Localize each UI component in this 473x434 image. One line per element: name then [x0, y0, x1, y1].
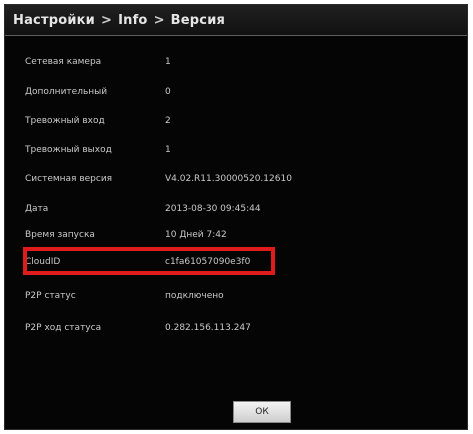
breadcrumb-settings[interactable]: Настройки: [13, 13, 95, 28]
row-label: Время запуска: [25, 230, 95, 240]
row-label: Дополнительный: [25, 87, 108, 97]
breadcrumb-info[interactable]: Info: [118, 13, 147, 28]
breadcrumb-separator: >: [153, 12, 165, 28]
row-system-version: Системная версия V4.02.R11.30000520.1261…: [5, 170, 467, 188]
row-date: Дата 2013-08-30 09:45:44: [5, 200, 467, 218]
row-label: P2P ход статуса: [25, 323, 102, 333]
row-alarm-output: Тревожный выход 1: [5, 141, 467, 159]
version-dialog: Настройки > Info > Версия Сетевая камера…: [4, 4, 468, 430]
row-uptime: Время запуска 10 Дней 7:42: [5, 226, 467, 244]
row-label: P2P статус: [25, 291, 76, 301]
row-value: 2013-08-30 09:45:44: [165, 204, 261, 214]
row-value: 10 Дней 7:42: [165, 230, 227, 240]
row-value: 0: [165, 87, 171, 97]
row-label: Дата: [25, 204, 49, 214]
row-p2p-status: P2P статус подключено: [5, 287, 467, 305]
ok-button[interactable]: ОК: [233, 401, 291, 423]
breadcrumb-separator: >: [100, 12, 113, 28]
row-label: Тревожный вход: [25, 116, 105, 126]
row-alarm-input: Тревожный вход 2: [5, 112, 467, 130]
row-value: подключено: [165, 291, 224, 301]
cloud-id-highlight-box: [23, 247, 275, 275]
breadcrumb-version: Версия: [170, 12, 226, 28]
row-additional: Дополнительный 0: [5, 83, 467, 101]
row-value: 1: [165, 145, 171, 155]
row-value: 1: [165, 57, 171, 67]
row-value: V4.02.R11.30000520.12610: [165, 174, 292, 184]
breadcrumb: Настройки > Info > Версия: [5, 5, 467, 36]
row-p2p-address: P2P ход статуса 0.282.156.113.247: [5, 319, 467, 337]
row-label: Тревожный выход: [25, 145, 112, 155]
row-label: Сетевая камера: [25, 57, 102, 67]
row-value: 0.282.156.113.247: [165, 323, 251, 333]
row-value: 2: [165, 116, 171, 126]
row-network-camera: Сетевая камера 1: [5, 53, 467, 71]
row-label: Системная версия: [25, 174, 113, 184]
